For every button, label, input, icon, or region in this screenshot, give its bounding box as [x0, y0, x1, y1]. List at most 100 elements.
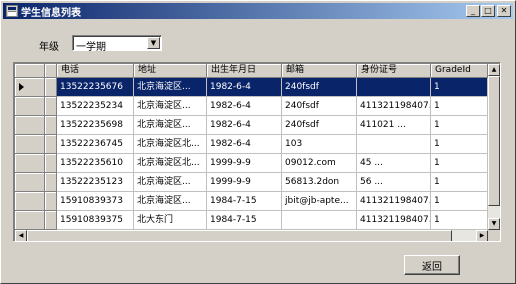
row-header[interactable]: [15, 211, 45, 230]
cell-birthdate[interactable]: 1982-6-4: [207, 135, 282, 154]
minimize-button[interactable]: _: [466, 5, 480, 17]
table-row[interactable]: 13522236745 北京海淀区北... 1982-6-4 103 1: [15, 135, 488, 154]
cell-email[interactable]: jbit@jb-apte...: [282, 192, 357, 211]
cell-gradeid[interactable]: 1: [431, 211, 488, 230]
vertical-scrollbar[interactable]: ▲ ▼: [488, 64, 500, 230]
cell-address[interactable]: 北京海淀区北...: [134, 154, 207, 173]
scroll-left-button[interactable]: ◀: [15, 230, 27, 241]
column-header-idcard[interactable]: 身份证号: [357, 64, 431, 78]
cell-address[interactable]: 北京海淀区...: [134, 173, 207, 192]
cell-idcard[interactable]: 45 ...: [357, 154, 431, 173]
scroll-right-button[interactable]: ▶: [476, 230, 488, 241]
cell-gradeid[interactable]: 1: [431, 154, 488, 173]
cell-email[interactable]: 56813.2don: [282, 173, 357, 192]
cell-gradeid[interactable]: 1: [431, 192, 488, 211]
cell-address[interactable]: 北京海淀区...: [134, 116, 207, 135]
cell-address[interactable]: 北大东门: [134, 211, 207, 230]
main-window: 学生信息列表 _ □ ✕ 年级 一学期 ▼ 电话 地址 出生年月日 邮箱 身份证号 Gra…: [0, 0, 516, 284]
arrow-up-icon: ▲: [491, 66, 497, 73]
row-header[interactable]: [15, 135, 45, 154]
close-icon: ✕: [500, 6, 508, 15]
cell-idcard[interactable]: [357, 135, 431, 154]
row-header[interactable]: [15, 173, 45, 192]
window-title: 学生信息列表: [21, 7, 81, 19]
cell-idcard[interactable]: [357, 78, 431, 97]
cell-gradeid[interactable]: 1: [431, 97, 488, 116]
cell-phone[interactable]: 13522235234: [57, 97, 134, 116]
cell-address[interactable]: 北京海淀区...: [134, 97, 207, 116]
column-header-email[interactable]: 邮箱: [282, 64, 357, 78]
column-header-address[interactable]: 地址: [134, 64, 207, 78]
maximize-button[interactable]: □: [481, 5, 495, 17]
cell-email[interactable]: 09012.com: [282, 154, 357, 173]
grid-viewport: 电话 地址 出生年月日 邮箱 身份证号 GradeId 13522235676 北京海淀区..…: [15, 64, 488, 230]
cell-birthdate[interactable]: 1982-6-4: [207, 116, 282, 135]
row-header-spacer: [45, 135, 57, 154]
cell-phone[interactable]: 13522236745: [57, 135, 134, 154]
cell-idcard[interactable]: 411321198407...: [357, 192, 431, 211]
cell-gradeid[interactable]: 1: [431, 135, 488, 154]
window-app-icon: [6, 5, 18, 17]
maximize-icon: □: [484, 6, 492, 15]
close-button[interactable]: ✕: [497, 5, 511, 17]
cell-address[interactable]: 北京海淀区...: [134, 78, 207, 97]
cell-birthdate[interactable]: 1984-7-15: [207, 211, 282, 230]
back-button[interactable]: 返回: [404, 255, 460, 275]
cell-email[interactable]: 240fsdf: [282, 78, 357, 97]
table-row[interactable]: 13522235676 北京海淀区... 1982-6-4 240fsdf 1: [15, 78, 488, 97]
column-header-gradeid[interactable]: GradeId: [431, 64, 488, 78]
cell-phone[interactable]: 13522235676: [57, 78, 134, 97]
row-header-spacer: [45, 116, 57, 135]
row-header[interactable]: [15, 192, 45, 211]
grid-blank-header[interactable]: [45, 64, 57, 78]
cell-birthdate[interactable]: 1982-6-4: [207, 78, 282, 97]
table-row[interactable]: 13522235698 北京海淀区... 1982-6-4 240fsdf 411021…: [15, 116, 488, 135]
cell-phone[interactable]: 13522235610: [57, 154, 134, 173]
cell-email[interactable]: 240fsdf: [282, 97, 357, 116]
title-bar[interactable]: 学生信息列表 _ □ ✕: [3, 3, 513, 19]
cell-address[interactable]: 北京海淀区北...: [134, 135, 207, 154]
cell-idcard[interactable]: 411321198407...: [357, 211, 431, 230]
cell-birthdate[interactable]: 1999-9-9: [207, 154, 282, 173]
column-header-phone[interactable]: 电话: [57, 64, 134, 78]
cell-idcard[interactable]: 411321198407...: [357, 97, 431, 116]
horizontal-scroll-thumb[interactable]: [27, 230, 452, 241]
column-header-birthdate[interactable]: 出生年月日: [207, 64, 282, 78]
cell-phone[interactable]: 13522235123: [57, 173, 134, 192]
table-row[interactable]: 13522235234 北京海淀区... 1982-6-4 240fsdf 411321…: [15, 97, 488, 116]
grid-corner-header[interactable]: [15, 64, 45, 78]
cell-birthdate[interactable]: 1999-9-9: [207, 173, 282, 192]
cell-phone[interactable]: 15910839375: [57, 211, 134, 230]
table-row[interactable]: 13522235123 北京海淀区... 1999-9-9 56813.2don 56 …: [15, 173, 488, 192]
row-header[interactable]: [15, 78, 45, 97]
row-header-spacer: [45, 97, 57, 116]
cell-gradeid[interactable]: 1: [431, 173, 488, 192]
cell-phone[interactable]: 13522235698: [57, 116, 134, 135]
minimize-icon: _: [471, 6, 475, 15]
horizontal-scrollbar[interactable]: ◀ ▶: [15, 230, 488, 241]
chevron-down-icon[interactable]: ▼: [147, 37, 160, 49]
row-header[interactable]: [15, 154, 45, 173]
cell-email[interactable]: [282, 211, 357, 230]
cell-gradeid[interactable]: 1: [431, 116, 488, 135]
cell-idcard[interactable]: 56 ...: [357, 173, 431, 192]
grade-select-value: 一学期: [76, 42, 106, 53]
table-row[interactable]: 13522235610 北京海淀区北... 1999-9-9 09012.com 45 …: [15, 154, 488, 173]
cell-email[interactable]: 103: [282, 135, 357, 154]
row-header[interactable]: [15, 97, 45, 116]
cell-address[interactable]: 北京海淀区...: [134, 192, 207, 211]
cell-birthdate[interactable]: 1982-6-4: [207, 97, 282, 116]
scroll-up-button[interactable]: ▲: [488, 64, 500, 76]
grade-select[interactable]: 一学期 ▼: [72, 35, 162, 53]
table-row[interactable]: 15910839373 北京海淀区... 1984-7-15 jbit@jb-apte…: [15, 192, 488, 211]
cell-phone[interactable]: 15910839373: [57, 192, 134, 211]
row-header[interactable]: [15, 116, 45, 135]
table-row[interactable]: 15910839375 北大东门 1984-7-15 411321198407... 1: [15, 211, 488, 230]
cell-birthdate[interactable]: 1984-7-15: [207, 192, 282, 211]
student-grid[interactable]: 电话 地址 出生年月日 邮箱 身份证号 GradeId 13522235676 北京海淀区..…: [13, 62, 501, 242]
cell-idcard[interactable]: 411021 ...: [357, 116, 431, 135]
cell-email[interactable]: 240fsdf: [282, 116, 357, 135]
vertical-scroll-thumb[interactable]: [488, 76, 500, 206]
cell-gradeid[interactable]: 1: [431, 78, 488, 97]
scroll-down-button[interactable]: ▼: [488, 218, 500, 230]
